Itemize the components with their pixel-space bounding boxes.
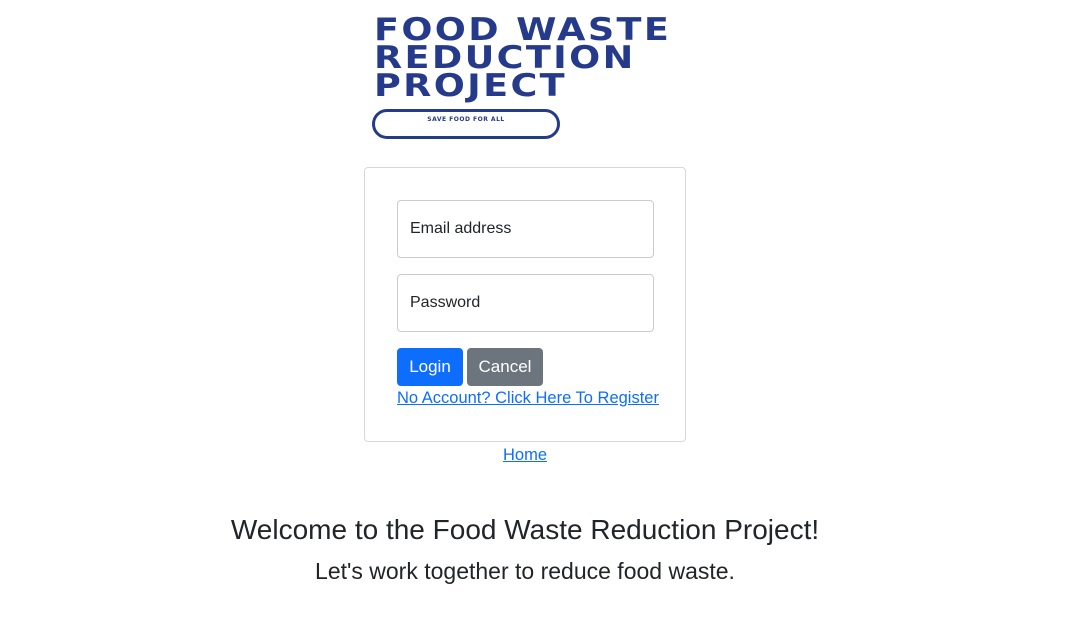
cancel-button[interactable]: Cancel <box>467 348 543 386</box>
logo-tagline: SAVE FOOD FOR ALL <box>427 116 505 123</box>
login-button[interactable]: Login <box>397 348 463 386</box>
welcome-subheading: Let's work together to reduce food waste… <box>315 558 735 584</box>
project-logo: FOOD WASTE REDUCTION PROJECT SAVE FOOD F… <box>372 15 674 144</box>
logo-title-line-3: PROJECT <box>374 68 568 104</box>
page: FOOD WASTE REDUCTION PROJECT SAVE FOOD F… <box>0 0 1088 622</box>
logo-tagline-pill: SAVE FOOD FOR ALL <box>372 109 560 139</box>
home-link[interactable]: Home <box>503 446 547 464</box>
home-link-container: Home <box>0 446 1050 465</box>
logo-title: FOOD WASTE REDUCTION PROJECT <box>374 15 728 104</box>
login-card: Login Cancel No Account? Click Here To R… <box>364 167 686 442</box>
welcome-heading: Welcome to the Food Waste Reduction Proj… <box>230 514 820 545</box>
password-field[interactable] <box>397 274 654 332</box>
email-field[interactable] <box>397 200 654 258</box>
register-link[interactable]: No Account? Click Here To Register <box>397 389 659 408</box>
